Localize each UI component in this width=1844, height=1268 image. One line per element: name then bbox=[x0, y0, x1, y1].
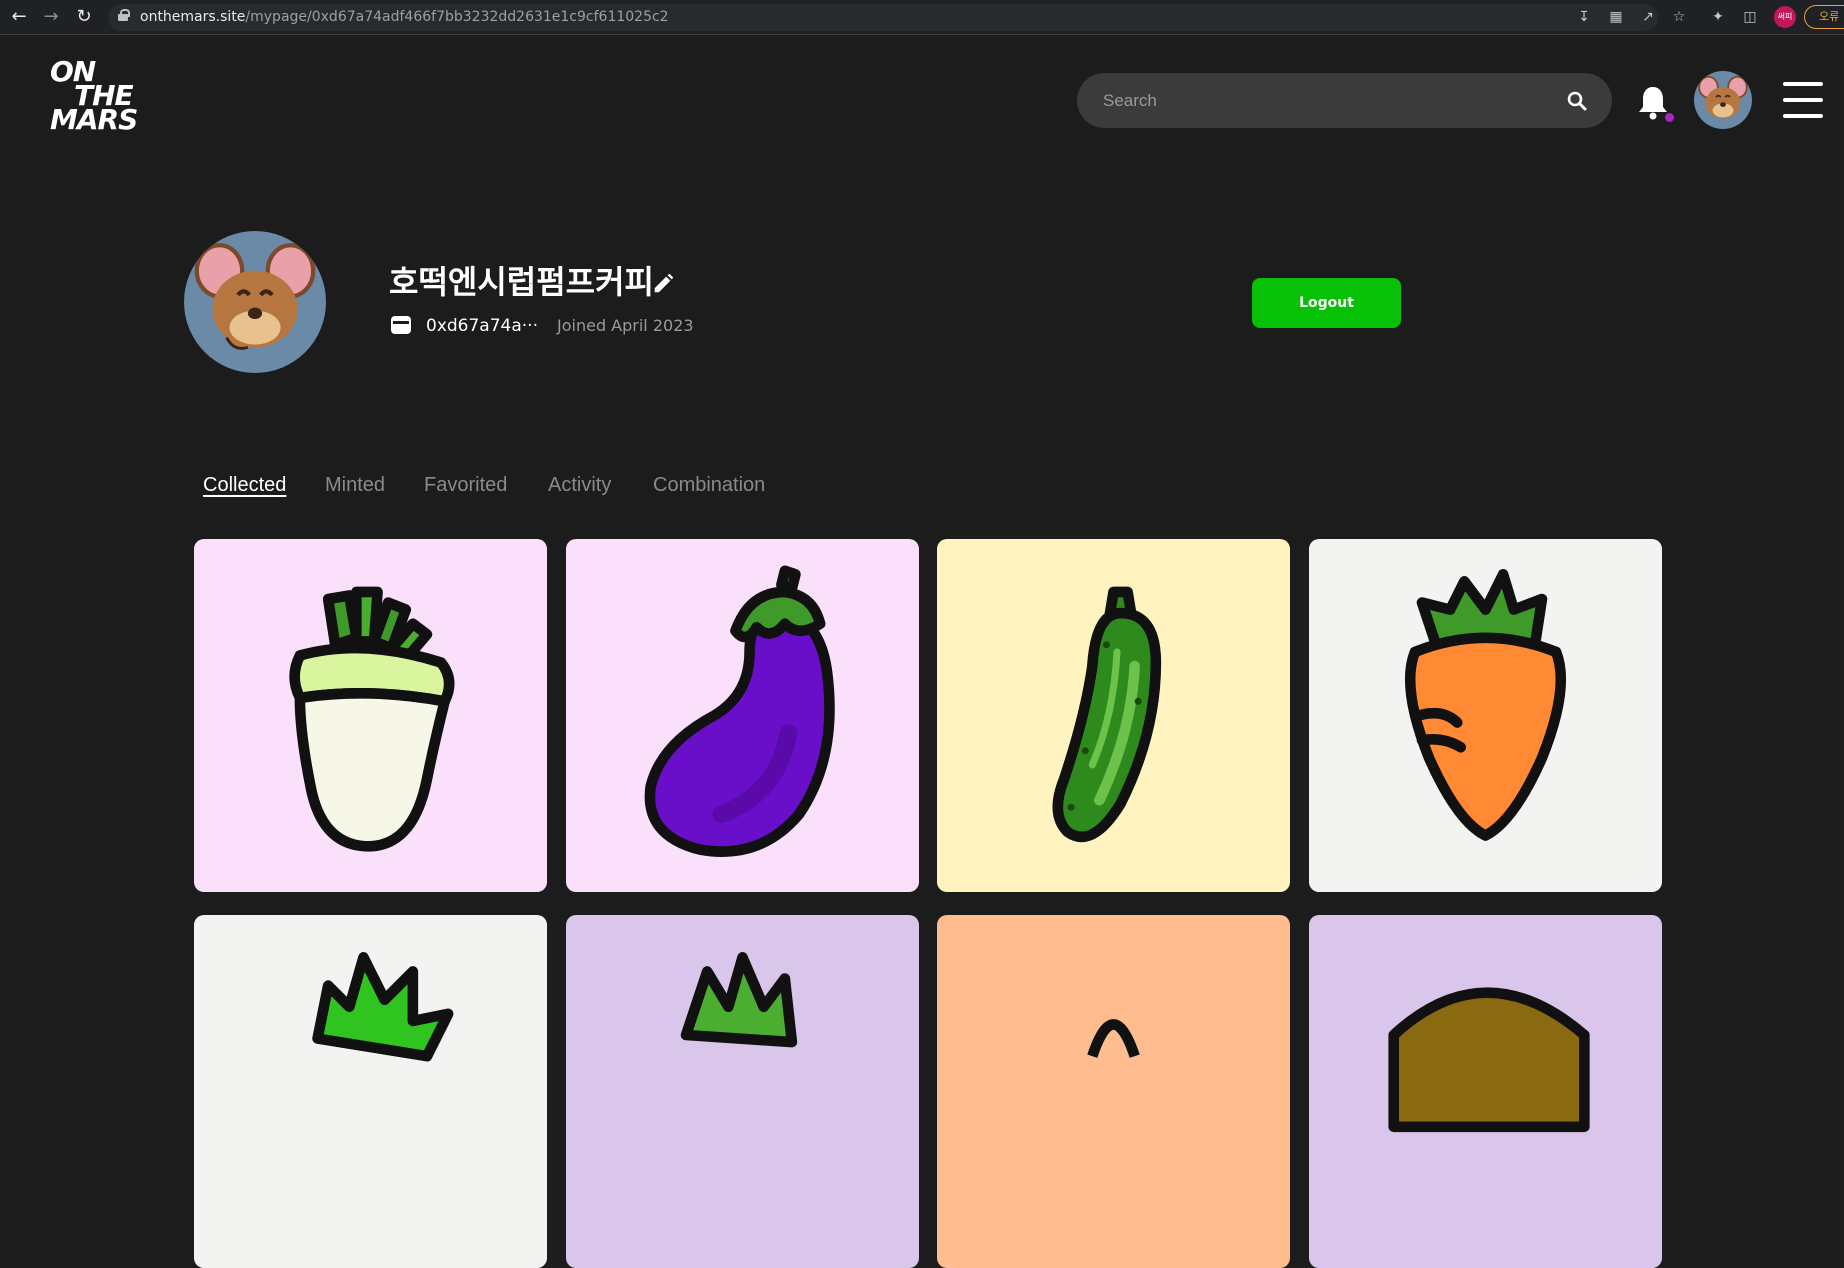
forward-icon[interactable]: → bbox=[40, 6, 62, 28]
search-input[interactable] bbox=[1077, 73, 1612, 128]
site-logo[interactable]: ON THE MARS bbox=[50, 58, 140, 138]
nft-card-cucumber[interactable] bbox=[937, 539, 1290, 892]
lock-icon bbox=[118, 9, 130, 21]
extensions-icon[interactable]: ✦ bbox=[1709, 8, 1727, 26]
nft-card-item-6[interactable] bbox=[566, 915, 919, 1268]
translate-icon[interactable]: ▦ bbox=[1607, 8, 1625, 26]
menu-hamburger-icon[interactable] bbox=[1783, 82, 1823, 118]
wallet-address[interactable]: 0xd67a74a··· bbox=[426, 315, 538, 337]
leafy-vegetable-icon bbox=[312, 952, 454, 1062]
browser-error-button[interactable]: 오류 bbox=[1804, 5, 1844, 29]
url-host: onthemars.site bbox=[140, 9, 246, 25]
tab-combination[interactable]: Combination bbox=[653, 471, 765, 499]
radish-icon bbox=[289, 586, 455, 852]
wallet-icon bbox=[391, 316, 411, 334]
header-avatar[interactable] bbox=[1694, 71, 1752, 129]
browser-profile-avatar[interactable]: 써피 bbox=[1774, 6, 1796, 28]
nft-card-item-7[interactable] bbox=[937, 915, 1290, 1268]
bookmark-star-icon[interactable]: ☆ bbox=[1670, 8, 1688, 26]
nft-card-item-5[interactable] bbox=[194, 915, 547, 1268]
nft-card-eggplant[interactable] bbox=[566, 539, 919, 892]
edit-pencil-icon[interactable] bbox=[652, 273, 674, 295]
mouse-avatar-icon bbox=[1694, 71, 1752, 129]
joined-date: Joined April 2023 bbox=[557, 316, 694, 335]
notification-dot bbox=[1665, 113, 1674, 122]
tab-activity[interactable]: Activity bbox=[548, 471, 611, 499]
search-icon[interactable] bbox=[1565, 89, 1589, 113]
bell-icon[interactable] bbox=[1637, 84, 1669, 120]
side-panel-icon[interactable]: ◫ bbox=[1741, 8, 1759, 26]
mouse-avatar-icon bbox=[184, 231, 326, 373]
cucumber-icon bbox=[1052, 586, 1162, 842]
vegetable-icon bbox=[1388, 987, 1590, 1133]
eggplant-icon bbox=[644, 565, 835, 857]
browser-toolbar: ← → ↻ onthemars.site/mypage/0xd67a74adf4… bbox=[0, 0, 1844, 35]
url-text[interactable]: onthemars.site/mypage/0xd67a74adf466f7bb… bbox=[140, 8, 669, 26]
nft-card-radish[interactable] bbox=[194, 539, 547, 892]
install-icon[interactable]: ↧ bbox=[1575, 8, 1593, 26]
tab-collected[interactable]: Collected bbox=[203, 471, 286, 499]
profile-username: 호떡엔시럽펌프커피 bbox=[389, 263, 654, 301]
nft-card-carrot[interactable] bbox=[1309, 539, 1662, 892]
share-icon[interactable]: ↗ bbox=[1639, 8, 1657, 26]
url-path: /mypage/0xd67a74adf466f7bb3232dd2631e1c9… bbox=[245, 9, 669, 25]
tab-minted[interactable]: Minted bbox=[325, 471, 385, 499]
tab-favorited[interactable]: Favorited bbox=[424, 471, 507, 499]
back-icon[interactable]: ← bbox=[8, 6, 30, 28]
logo-line-3: MARS bbox=[50, 103, 138, 136]
leafy-vegetable-icon bbox=[680, 952, 798, 1048]
vegetable-icon bbox=[1087, 1019, 1140, 1058]
profile-avatar bbox=[184, 231, 326, 373]
logout-button[interactable]: Logout bbox=[1252, 278, 1401, 328]
reload-icon[interactable]: ↻ bbox=[73, 6, 95, 28]
carrot-icon bbox=[1404, 569, 1567, 841]
nft-card-item-8[interactable] bbox=[1309, 915, 1662, 1268]
